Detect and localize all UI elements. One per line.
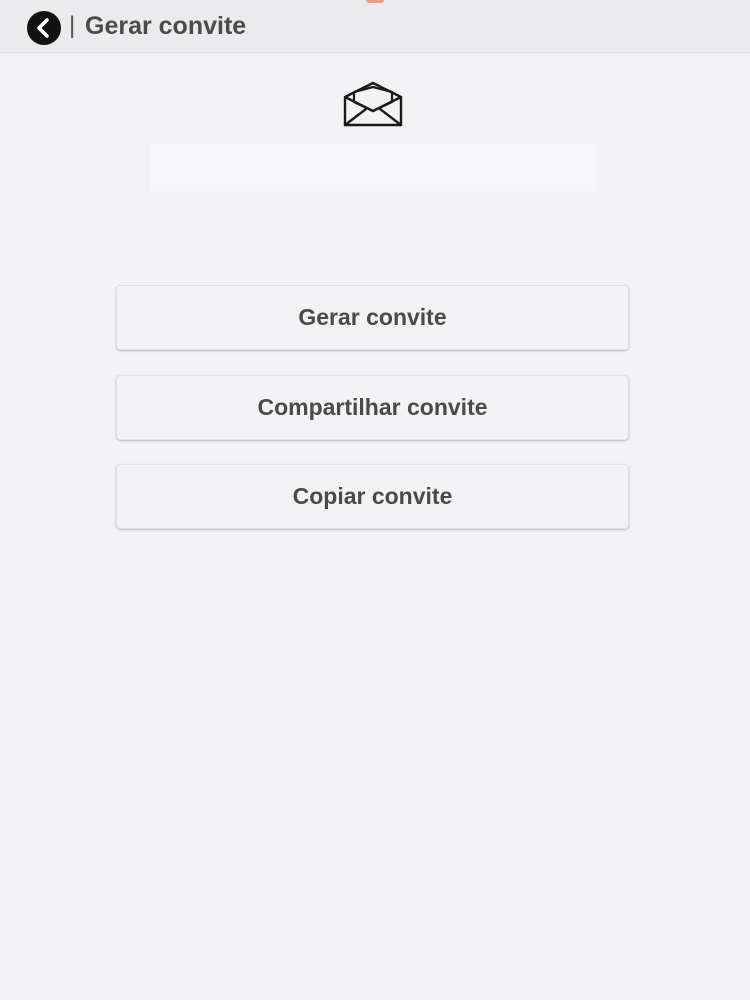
title-separator: | [69, 12, 76, 39]
share-invite-button[interactable]: Compartilhar convite [116, 375, 629, 440]
top-bar: | Gerar convite [0, 0, 750, 53]
page-title: Gerar convite [85, 12, 247, 40]
back-button[interactable] [26, 10, 62, 46]
open-envelope-icon [342, 80, 404, 128]
top-accent [366, 0, 384, 3]
generate-invite-button[interactable]: Gerar convite [116, 285, 629, 350]
invite-code-field [150, 143, 596, 191]
chevron-left-circle-icon [27, 11, 61, 45]
copy-invite-button[interactable]: Copiar convite [116, 464, 629, 529]
